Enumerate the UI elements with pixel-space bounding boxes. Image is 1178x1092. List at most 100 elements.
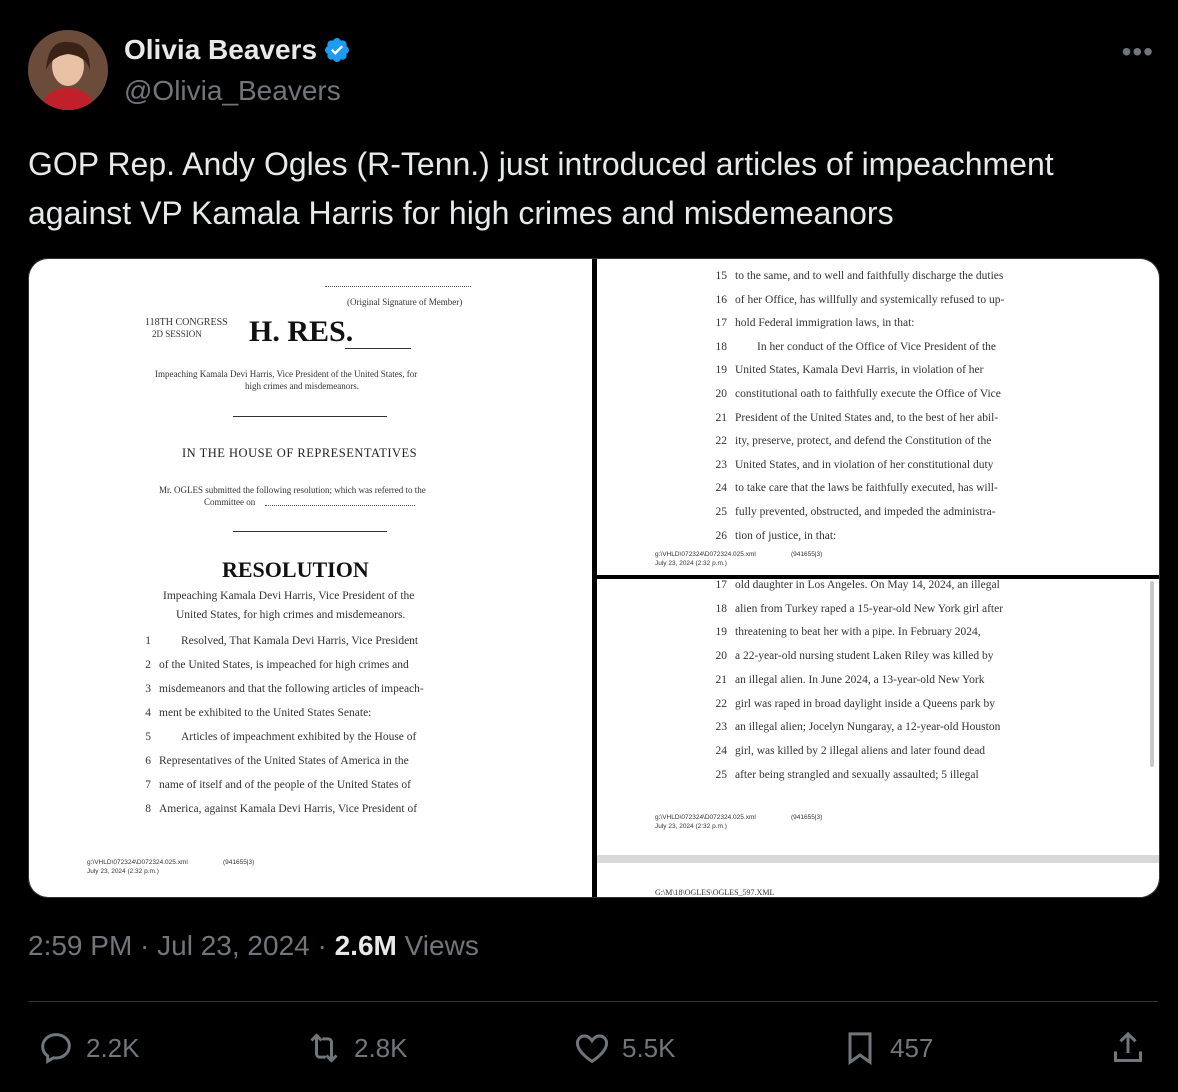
doc3-footer-path: g:\VHLD\072324\D072324.025.xml	[655, 814, 756, 821]
doc3-footer-date: July 23, 2024 (2:32 p.m.)	[655, 823, 727, 830]
like-button[interactable]: 5.5K	[572, 1028, 676, 1068]
house-heading: IN THE HOUSE OF REPRESENTATIVES	[182, 446, 418, 460]
retweet-button[interactable]: 2.8K	[304, 1028, 408, 1068]
doc-subtitle-line-2: high crimes and misdemeanors.	[245, 381, 359, 391]
bookmark-button[interactable]: 457	[840, 1028, 933, 1068]
line-number: 23	[715, 458, 728, 471]
bookmark-icon	[848, 1032, 872, 1066]
line-text: America, against Kamala Devi Harris, Vic…	[159, 803, 418, 815]
doc1-line: 3 misdemeanors and that the following art…	[133, 683, 424, 695]
line-text: of the United States, is impeached for h…	[159, 659, 409, 671]
reply-icon	[41, 1033, 71, 1065]
bookmark-count: 457	[890, 1032, 934, 1063]
doc3-line: 17 old daughter in Los Angeles. On May 14…	[709, 579, 1000, 591]
doc2-line: 16 of her Office, has willfully and syste…	[709, 293, 1005, 306]
media-grid[interactable]: (Original Signature of Member) 118TH CON…	[28, 258, 1160, 898]
doc1-line: 8 America, against Kamala Devi Harris, Vi…	[133, 803, 417, 815]
doc2-line: 21 President of the United States and, to…	[709, 411, 999, 424]
document-image-2[interactable]: 15 to the same, and to well and faithfull…	[597, 259, 1159, 575]
signature-caption: (Original Signature of Member)	[347, 297, 463, 307]
doc2-footer-path: g:\VHLD\072324\D072324.025.xml	[655, 551, 756, 558]
line-number: 4	[145, 707, 151, 719]
document-image-1[interactable]: (Original Signature of Member) 118TH CON…	[29, 259, 592, 897]
line-number: 15	[715, 270, 728, 282]
line-number: 18	[715, 602, 728, 615]
doc1-line: 4 ment be exhibited to the United States …	[133, 707, 371, 719]
doc3-line: 24 girl, was killed by 2 illegal aliens a…	[709, 744, 986, 757]
line-text: ity, preserve, protect, and defend the C…	[735, 435, 992, 448]
author-name-row[interactable]: Olivia Beavers	[124, 34, 351, 66]
session-label: 2D SESSION	[152, 329, 202, 339]
verified-badge-icon	[325, 38, 349, 62]
line-number: 6	[145, 755, 151, 767]
line-number: 3	[145, 683, 151, 695]
line-number: 25	[715, 768, 728, 781]
line-text: an illegal alien. In June 2024, a 13-yea…	[735, 673, 985, 686]
submitted-line-1: Mr. OGLES submitted the following resolu…	[159, 485, 426, 495]
line-text: girl, was killed by 2 illegal aliens and…	[735, 744, 986, 757]
doc1-line: 2 of the United States, is impeached for …	[133, 659, 409, 671]
line-text: threatening to beat her with a pipe. In …	[735, 626, 981, 639]
line-number: 16	[715, 293, 728, 306]
line-text: fully prevented, obstructed, and impeded…	[735, 506, 996, 518]
line-text: to the same, and to well and faithfully …	[735, 270, 1004, 282]
doc2-line: 26 tion of justice, in that:	[709, 529, 837, 542]
line-number: 24	[715, 744, 728, 757]
doc2-line: 20 constitutional oath to faithfully exec…	[709, 388, 1001, 400]
timestamp[interactable]: 2:59 PM · Jul 23, 2024 ·	[28, 930, 335, 961]
reply-button[interactable]: 2.2K	[36, 1028, 140, 1068]
doc-subtitle-line-1: Impeaching Kamala Devi Harris, Vice Pres…	[155, 369, 418, 379]
line-number: 1	[145, 635, 151, 647]
doc1-line: 7 name of itself and of the people of the…	[133, 779, 411, 791]
doc3-footer-code: (941655|3)	[791, 814, 823, 821]
doc3-line: 21 an illegal alien. In June 2024, a 13-y…	[709, 674, 985, 686]
doc1-footer-code: (941655|3)	[223, 859, 255, 866]
line-text: hold Federal immigration laws, in that:	[735, 317, 915, 330]
resolution-subtitle-2: United States, for high crimes and misde…	[176, 609, 406, 621]
line-text: after being strangled and sexually assau…	[735, 768, 979, 781]
doc3-line: 25 after being strangled and sexually ass…	[709, 769, 979, 781]
avatar-image	[28, 30, 108, 110]
hres-title: H. RES.	[249, 315, 354, 348]
line-text: United States, and in violation of her c…	[735, 458, 994, 471]
line-number: 19	[715, 364, 728, 377]
line-text: of her Office, has willfully and systemi…	[735, 293, 1005, 306]
author-handle[interactable]: @Olivia_Beavers	[124, 75, 341, 107]
line-text: old daughter in Los Angeles. On May 14, …	[735, 579, 1000, 591]
share-button[interactable]	[1108, 1028, 1148, 1068]
line-number: 7	[145, 779, 151, 791]
doc2-footer-date: July 23, 2024 (2:32 p.m.)	[655, 560, 727, 567]
more-options-icon[interactable]: •••	[1122, 36, 1154, 68]
author-name[interactable]: Olivia Beavers	[124, 34, 317, 66]
doc1-footer-date: July 23, 2024 (2:32 p.m.)	[87, 868, 159, 875]
line-number: 25	[715, 506, 728, 518]
line-text: tion of justice, in that:	[735, 529, 837, 542]
tweet-meta: 2:59 PM · Jul 23, 2024 · 2.6M Views	[28, 930, 479, 962]
rule	[233, 531, 387, 532]
doc1-line: 6 Representatives of the United States of…	[133, 755, 409, 767]
line-number: 21	[715, 411, 728, 424]
line-number: 17	[715, 579, 728, 591]
avatar[interactable]	[28, 30, 108, 110]
doc3-line: 22 girl was raped in broad daylight insid…	[709, 698, 995, 710]
doc3-line: 23 an illegal alien; Jocelyn Nungaray, a …	[709, 721, 1001, 733]
doc2-line: 17 hold Federal immigration laws, in that…	[709, 317, 915, 329]
like-count: 5.5K	[622, 1032, 676, 1063]
line-text: Representatives of the United States of …	[159, 755, 409, 767]
views-count: 2.6M	[334, 930, 397, 961]
next-page-header: G:\M\18\OGLES\OGLES_597.XML	[655, 888, 775, 897]
line-number: 8	[145, 803, 151, 815]
line-text: a 22-year-old nursing student Laken Rile…	[735, 650, 994, 663]
line-number: 21	[715, 673, 728, 686]
doc1-footer-path: g:\VHLD\072324\D072324.025.xml	[87, 859, 188, 866]
doc2-line: 15 to the same, and to well and faithfull…	[709, 270, 1004, 282]
line-text: name of itself and of the people of the …	[159, 779, 411, 791]
resolution-heading: RESOLUTION	[222, 557, 369, 582]
scrollbar[interactable]	[1150, 581, 1154, 767]
rule	[233, 416, 387, 417]
doc2-footer-code: (941655|3)	[791, 551, 823, 558]
document-image-3[interactable]: 17 old daughter in Los Angeles. On May 14…	[597, 579, 1159, 897]
doc3-line: 20 a 22-year-old nursing student Laken Ri…	[709, 650, 994, 663]
doc2-line: 22 ity, preserve, protect, and defend the…	[709, 435, 992, 448]
reply-count: 2.2K	[86, 1032, 140, 1063]
